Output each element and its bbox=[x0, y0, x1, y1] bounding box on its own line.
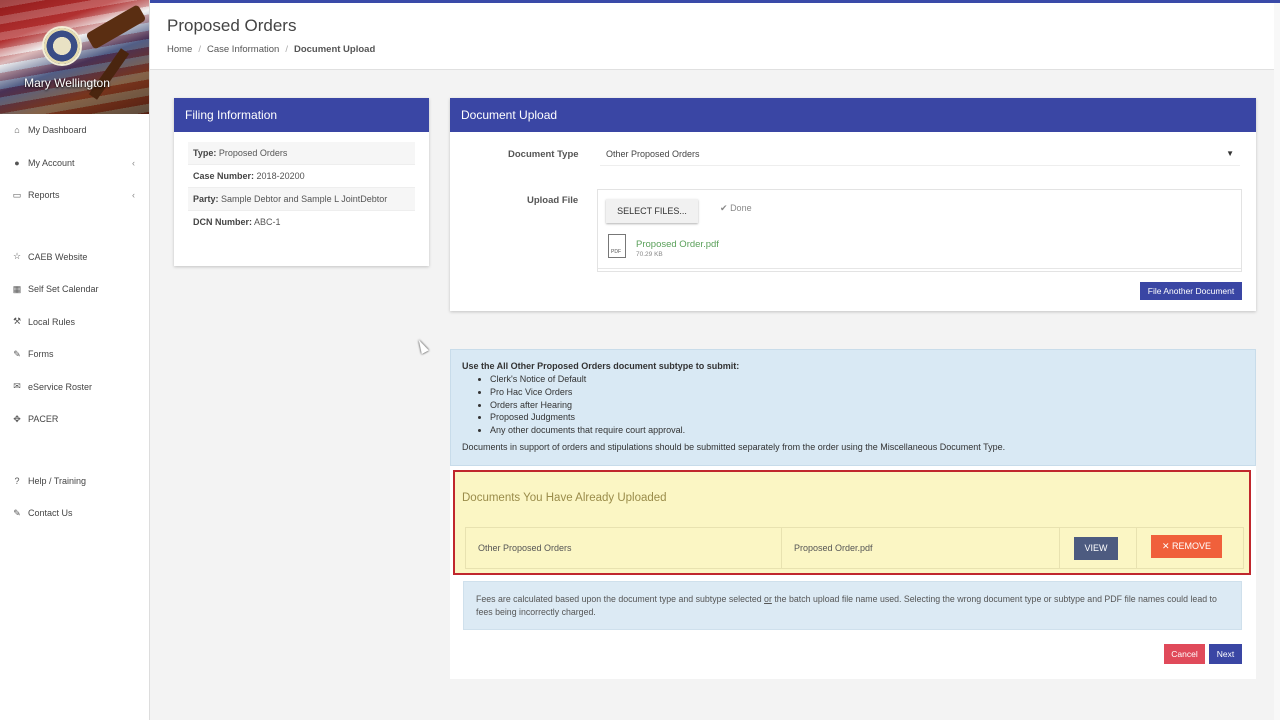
sidebar-item-label: PACER bbox=[28, 414, 59, 425]
filing-row-type: Type: Proposed Orders bbox=[188, 142, 415, 165]
check-icon: ✔ bbox=[720, 203, 728, 213]
filing-row-dcn: DCN Number: ABC-1 bbox=[188, 211, 415, 233]
select-files-button[interactable]: SELECT FILES... bbox=[606, 199, 698, 223]
chevron-left-icon: ‹ bbox=[132, 157, 135, 168]
sidebar-item-label: Local Rules bbox=[28, 316, 76, 327]
list-item: Orders after Hearing bbox=[490, 399, 1244, 412]
breadcrumb-current: Document Upload bbox=[293, 44, 376, 55]
panel-title: Document Upload bbox=[450, 98, 1256, 132]
uploaded-file-size: 70.29 KB bbox=[636, 251, 663, 258]
sidebar-item-caeb-website[interactable]: ☆ CAEB Website bbox=[0, 241, 149, 274]
sidebar-item-help[interactable]: ? Help / Training bbox=[0, 465, 149, 498]
panel-title: Filing Information bbox=[174, 98, 429, 132]
gavel-icon: ⚒ bbox=[12, 316, 22, 327]
sidebar-item-eservice[interactable]: ✉ eService Roster bbox=[0, 371, 149, 404]
profile-banner: Mary Wellington bbox=[0, 0, 149, 114]
home-icon: ⌂ bbox=[14, 125, 20, 136]
calendar-icon: ▦ bbox=[12, 283, 22, 294]
file-another-document-button[interactable]: File Another Document bbox=[1140, 282, 1242, 300]
sidebar-item-account[interactable]: ● My Account ‹ bbox=[0, 147, 149, 180]
subtype-info-box: Use the All Other Proposed Orders docume… bbox=[450, 349, 1256, 466]
info-list: Clerk's Notice of Default Pro Hac Vice O… bbox=[490, 373, 1244, 437]
instructions-section: Use the All Other Proposed Orders docume… bbox=[450, 349, 1256, 679]
fees-notice: Fees are calculated based upon the docum… bbox=[463, 581, 1242, 630]
upload-status: ✔ Done bbox=[720, 203, 752, 213]
info-title: Use the All Other Proposed Orders docume… bbox=[462, 361, 740, 371]
upload-file-label: Upload File bbox=[527, 195, 579, 206]
list-item: Any other documents that require court a… bbox=[490, 424, 1244, 437]
mouse-cursor-icon bbox=[415, 337, 429, 355]
sidebar-item-forms[interactable]: ✎ Forms bbox=[0, 338, 149, 371]
pdf-file-icon bbox=[608, 234, 626, 258]
sidebar-item-dashboard[interactable]: ⌂ My Dashboard bbox=[0, 114, 149, 147]
uploaded-documents-title: Documents You Have Already Uploaded bbox=[462, 492, 667, 504]
filing-information-panel: Filing Information Type: Proposed Orders… bbox=[174, 98, 429, 266]
page-header: Proposed Orders Home / Case Information / Do… bbox=[150, 3, 1274, 70]
remove-button[interactable]: ✕ REMOVE bbox=[1151, 535, 1222, 558]
sidebar-item-label: Forms bbox=[28, 349, 54, 360]
uploaded-documents-box: Documents You Have Already Uploaded Othe… bbox=[453, 470, 1251, 575]
list-item: Clerk's Notice of Default bbox=[490, 373, 1244, 386]
gear-icon: ✥ bbox=[13, 413, 21, 424]
file-name-cell: Proposed Order.pdf bbox=[782, 528, 1060, 568]
edit-icon: ✎ bbox=[13, 507, 21, 518]
sidebar-item-label: Contact Us bbox=[28, 508, 73, 519]
star-icon: ☆ bbox=[12, 251, 22, 262]
sidebar: Mary Wellington ⌂ My Dashboard ● My Acco… bbox=[0, 0, 150, 720]
sidebar-item-local-rules[interactable]: ⚒ Local Rules bbox=[0, 306, 149, 339]
next-button[interactable]: Next bbox=[1209, 644, 1242, 664]
info-footer: Documents in support of orders and stipu… bbox=[462, 441, 1006, 452]
filing-row-case-number: Case Number: 2018-20200 bbox=[188, 165, 415, 188]
filing-row-party: Party: Sample Debtor and Sample L JointD… bbox=[188, 188, 415, 211]
user-name: Mary Wellington bbox=[24, 76, 110, 90]
uploaded-file-name: Proposed Order.pdf bbox=[636, 239, 719, 250]
list-item: Pro Hac Vice Orders bbox=[490, 386, 1244, 399]
envelope-icon: ✉ bbox=[13, 381, 21, 392]
breadcrumb: Home / Case Information / Document Upload bbox=[167, 44, 376, 55]
document-type-label: Document Type bbox=[508, 149, 579, 160]
document-type-select[interactable]: Other Proposed Orders ▼ bbox=[600, 144, 1240, 166]
user-icon: ● bbox=[14, 157, 20, 168]
sidebar-item-label: Self Set Calendar bbox=[28, 284, 99, 295]
sidebar-item-label: eService Roster bbox=[28, 381, 93, 392]
close-icon: ✕ bbox=[1161, 541, 1170, 551]
sidebar-item-label: My Dashboard bbox=[28, 125, 87, 136]
sidebar-item-reports[interactable]: ▭ Reports ‹ bbox=[0, 179, 149, 212]
view-button[interactable]: VIEW bbox=[1074, 537, 1118, 560]
sidebar-item-pacer[interactable]: ✥ PACER bbox=[0, 403, 149, 436]
scrollbar[interactable] bbox=[1274, 3, 1280, 720]
edit-icon: ✎ bbox=[13, 348, 21, 359]
table-row: Other Proposed Orders Proposed Order.pdf… bbox=[465, 527, 1244, 569]
sidebar-item-label: Reports bbox=[28, 190, 60, 201]
document-upload-panel: Document Upload Document Type Other Prop… bbox=[450, 98, 1256, 311]
sidebar-item-label: My Account bbox=[28, 157, 75, 168]
breadcrumb-home[interactable]: Home bbox=[167, 44, 192, 55]
file-dropzone[interactable]: SELECT FILES... ✔ Done Proposed Order.pd… bbox=[597, 189, 1242, 272]
chevron-left-icon: ‹ bbox=[132, 190, 135, 201]
document-type-cell: Other Proposed Orders bbox=[466, 528, 782, 568]
list-item: Proposed Judgments bbox=[490, 411, 1244, 424]
keyboard-icon: ▭ bbox=[12, 189, 22, 200]
sidebar-item-contact[interactable]: ✎ Contact Us bbox=[0, 497, 149, 530]
sidebar-item-calendar[interactable]: ▦ Self Set Calendar bbox=[0, 273, 149, 306]
breadcrumb-case[interactable]: Case Information bbox=[207, 44, 279, 55]
caret-down-icon: ▼ bbox=[1226, 149, 1234, 158]
seal-logo bbox=[42, 26, 82, 66]
question-icon: ? bbox=[14, 475, 20, 486]
sidebar-item-label: CAEB Website bbox=[28, 251, 88, 262]
page-title: Proposed Orders bbox=[167, 16, 297, 35]
cancel-button[interactable]: Cancel bbox=[1164, 644, 1205, 664]
sidebar-item-label: Help / Training bbox=[28, 475, 87, 486]
